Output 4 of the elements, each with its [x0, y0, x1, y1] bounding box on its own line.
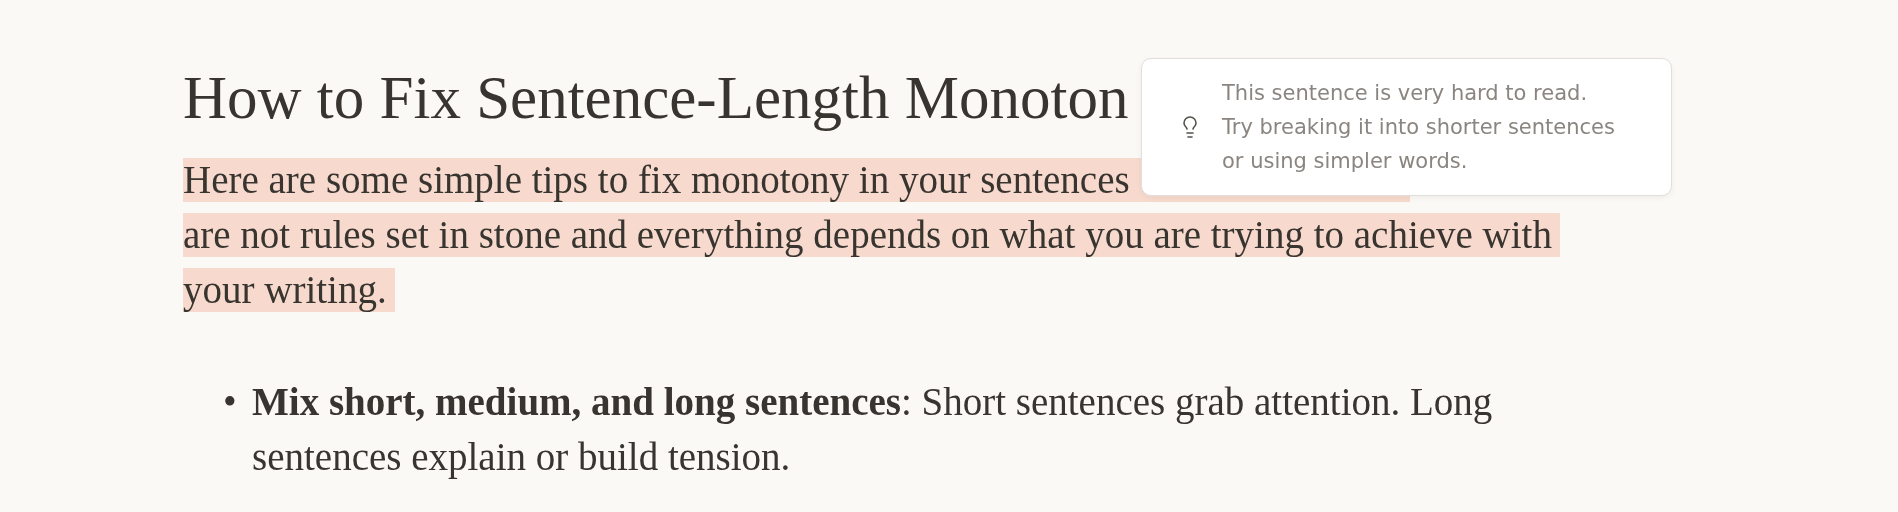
list-item: Mix short, medium, and long sentences: Short sentences grab attention. Long sentences explain or build tension. — [252, 379, 1494, 481]
bullet: • — [223, 379, 238, 425]
page-heading: How to Fix Sentence-Length Monoton — [183, 63, 1129, 133]
tooltip-text: This sentence is very hard to read. Try breaking it into shorter sentences or using simpler words. — [1222, 80, 1615, 175]
